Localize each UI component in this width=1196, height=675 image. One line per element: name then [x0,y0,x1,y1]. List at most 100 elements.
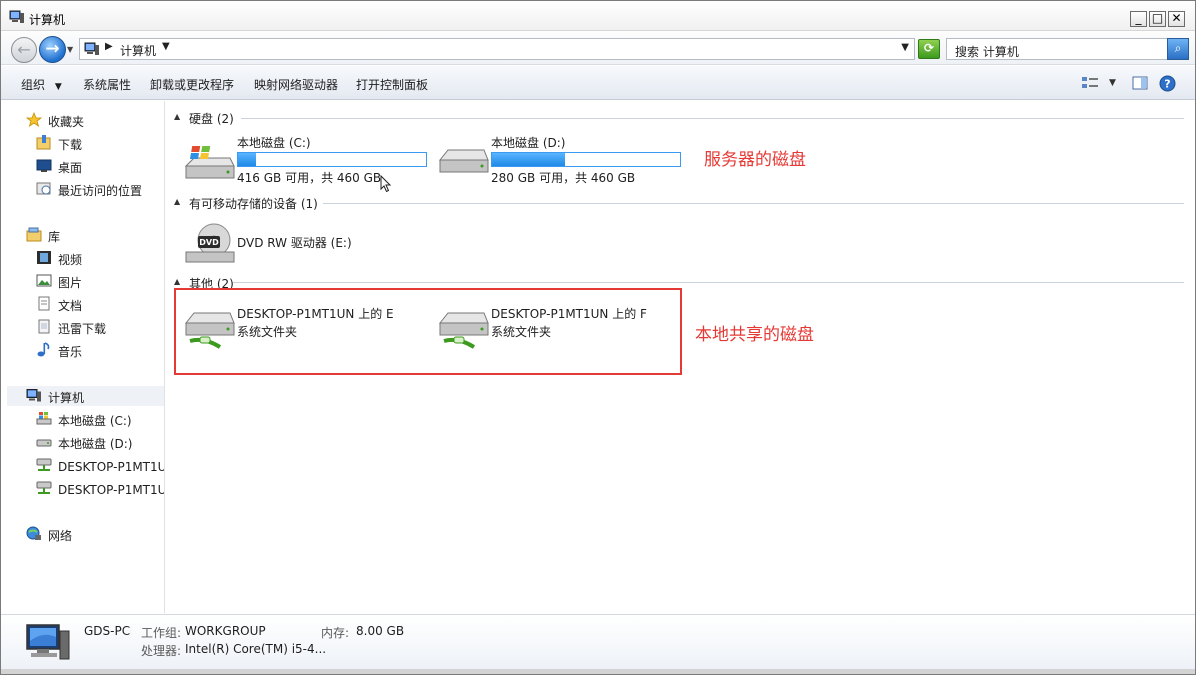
sidebar-item-label: 本地磁盘 (D:) [58,437,133,451]
sidebar-item-videos[interactable]: 视频 [7,248,164,268]
forward-button[interactable]: → [39,36,66,63]
drive-name: DVD RW 驱动器 (E:) [237,236,352,250]
film-icon [37,251,51,264]
drive-d[interactable]: 本地磁盘 (D:) 280 GB 可用，共 460 GB [438,134,688,190]
sidebar-item-libraries[interactable]: 库 [7,225,164,245]
group-label: 硬盘 (2) [189,112,234,126]
refresh-button[interactable]: ⟳ [918,39,940,59]
sidebar-item-computer[interactable]: 计算机 [7,386,164,406]
window-bottom-border [1,669,1195,674]
document-icon [38,296,50,311]
group-divider [233,282,1184,283]
collapse-icon[interactable]: ▲ [174,112,180,121]
cpu-label: 处理器: [141,644,182,658]
sidebar-item-label: 本地磁盘 (C:) [58,414,132,428]
sidebar-item-documents[interactable]: 文档 [7,294,164,314]
sidebar-item-music[interactable]: 音乐 [7,340,164,360]
sidebar-item-label: 最近访问的位置 [58,184,143,198]
close-button[interactable]: ✕ [1168,11,1185,27]
group-divider [323,203,1184,204]
sidebar-item-share-e[interactable]: DESKTOP-P1MT1UN 上的 E [7,455,164,475]
sidebar-item-label: 文档 [58,299,83,313]
system-properties-button[interactable]: 系统属性 [83,76,131,93]
sidebar-item-drive-d[interactable]: 本地磁盘 (D:) [7,432,164,452]
sidebar-item-label: 库 [48,230,61,244]
breadcrumb[interactable]: ▶ 计算机 ▼ ▼ [79,38,915,60]
sidebar-item-desktop[interactable]: 桌面 [7,156,164,176]
breadcrumb-computer[interactable]: 计算机 [120,42,156,59]
sidebar-item-label: DESKTOP-P1MT1UN 上的 F [58,483,165,497]
dvd-drive-icon: DVD [185,223,235,263]
windows-drive-icon [36,412,52,425]
map-drive-button[interactable]: 映射网络驱动器 [254,76,338,93]
details-pane: GDS-PC 工作组: WORKGROUP 内存: 8.00 GB 处理器: I… [1,614,1195,669]
annotation-local-shared: 本地共享的磁盘 [695,325,814,345]
drive-name: 本地磁盘 (D:) [491,136,566,150]
back-button[interactable]: ← [11,37,37,63]
chevron-down-icon: ▼ [54,82,62,92]
collapse-icon[interactable]: ▲ [174,277,180,286]
sidebar-item-recent-places[interactable]: 最近访问的位置 [7,179,164,199]
drive-dvd[interactable]: DVD DVD RW 驱动器 (E:) [184,216,434,272]
search-input[interactable]: 搜索 计算机 [946,38,1168,60]
address-history-chevron-icon[interactable]: ▼ [901,42,909,53]
search-icon[interactable]: ⌕ [1167,38,1189,60]
sidebar-item-label: 视频 [58,253,83,267]
sidebar-item-downloads[interactable]: 下载 [7,133,164,153]
memory-value: 8.00 GB [356,624,405,638]
maximize-button[interactable]: □ [1149,11,1166,27]
view-chevron-down-icon[interactable]: ▼ [1109,78,1116,88]
navigation-pane: 收藏夹 下载 桌面 最近访问的位置 库 视频 图片 文档 迅雷下载 音乐 计算机… [7,101,165,613]
drive-free-space: 416 GB 可用，共 460 GB [237,171,382,185]
dvd-badge: DVD [199,238,219,247]
organize-button[interactable]: 组织 ▼ [21,76,62,93]
help-icon[interactable]: ? [1159,75,1176,92]
breadcrumb-chevron-down-icon[interactable]: ▼ [162,41,170,52]
minimize-button[interactable]: _ [1130,11,1147,27]
sidebar-item-pictures[interactable]: 图片 [7,271,164,291]
pc-name: GDS-PC [84,624,131,638]
computer-icon [26,389,41,402]
network-drive-icon [36,458,52,471]
hard-drive-icon [438,149,489,173]
control-panel-button[interactable]: 打开控制面板 [356,76,428,93]
computer-icon [84,42,99,55]
sidebar-item-label: 网络 [48,529,73,543]
workgroup-value: WORKGROUP [185,624,266,638]
sidebar-item-label: 下载 [58,138,83,152]
memory-label: 内存: [321,626,350,640]
star-icon [26,112,42,127]
uninstall-button[interactable]: 卸载或更改程序 [150,76,234,93]
breadcrumb-chevron-icon[interactable]: ▶ [105,41,113,52]
usage-fill [238,153,257,166]
computer-icon [9,10,24,23]
sidebar-item-label: 迅雷下载 [58,322,107,336]
window-title: 计算机 [29,13,66,27]
title-bar[interactable]: 计算机 _ □ ✕ [1,1,1195,31]
drive-c[interactable]: 本地磁盘 (C:) 416 GB 可用，共 460 GB [184,134,434,190]
desktop-icon [36,159,52,172]
content-pane: ▲ 硬盘 (2) 本地磁盘 (C:) 416 GB 可用，共 460 GB 本地… [166,101,1195,613]
sidebar-item-thunder-downloads[interactable]: 迅雷下载 [7,317,164,337]
sidebar-item-label: 图片 [58,276,83,290]
network-icon [26,526,41,540]
recent-places-icon [36,182,51,195]
preview-pane-icon[interactable] [1132,76,1148,90]
picture-icon [36,274,52,287]
sidebar-item-drive-c[interactable]: 本地磁盘 (C:) [7,409,164,429]
usage-bar [491,152,681,167]
mouse-cursor-icon [380,175,392,193]
sidebar-item-network[interactable]: 网络 [7,524,164,544]
view-options-icon[interactable] [1081,76,1099,90]
sidebar-item-share-f[interactable]: DESKTOP-P1MT1UN 上的 F [7,478,165,498]
sidebar-item-label: 音乐 [58,345,83,359]
sidebar-item-favorites[interactable]: 收藏夹 [7,110,164,130]
sidebar-item-label: 计算机 [48,391,85,405]
recent-pages-chevron-icon[interactable]: ▼ [67,45,73,54]
collapse-icon[interactable]: ▲ [174,197,180,206]
sidebar-item-label: 桌面 [58,161,83,175]
hard-drive-icon [36,439,52,447]
music-note-icon [37,342,50,357]
library-icon [26,227,42,242]
group-divider [241,118,1184,119]
